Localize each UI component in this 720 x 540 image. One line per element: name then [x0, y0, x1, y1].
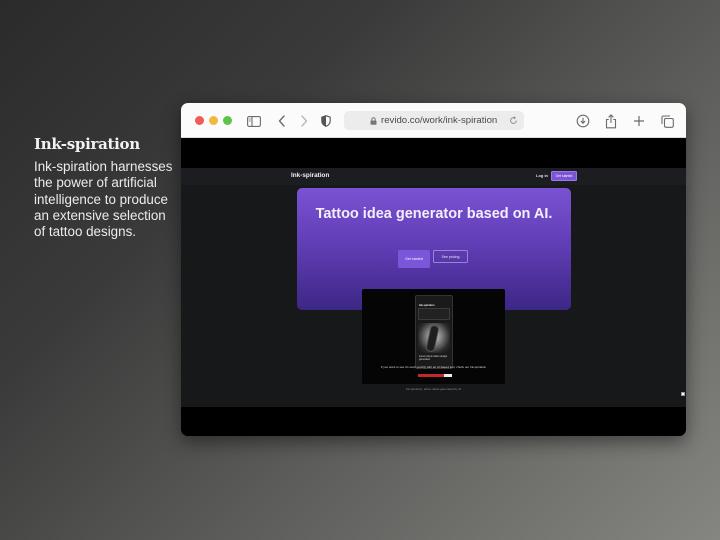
demo-video[interactable]: Ink-spiration Lorem ipsum tattoo design …: [362, 289, 505, 384]
scroll-handle[interactable]: [681, 392, 685, 396]
address-bar[interactable]: revido.co/work/ink-spiration: [344, 111, 524, 130]
phone-brand: Ink-spiration: [419, 304, 435, 307]
see-pricing-button[interactable]: See pricing: [433, 250, 468, 263]
get-started-nav-button[interactable]: Get started: [551, 171, 577, 181]
lock-icon: [370, 116, 377, 125]
tattoo-arm-shape: [425, 324, 440, 353]
phone-mockup: Ink-spiration Lorem ipsum tattoo design …: [415, 295, 453, 369]
site-logo[interactable]: Ink-spiration: [291, 172, 329, 179]
tattoo-image: [418, 323, 450, 353]
video-progress-remaining[interactable]: [443, 374, 452, 377]
site-content: Ink-spiration Log in Get started Tattoo …: [181, 168, 686, 407]
sidebar-icon[interactable]: [245, 112, 263, 130]
get-started-button[interactable]: Get started: [398, 250, 430, 268]
back-icon[interactable]: [273, 112, 291, 130]
reload-icon[interactable]: [509, 116, 518, 125]
video-subtitle: If you want to see it's work quickly wit…: [380, 365, 487, 369]
project-title: Ink-spiration: [34, 135, 140, 153]
share-icon[interactable]: [602, 112, 620, 130]
download-icon[interactable]: [574, 112, 592, 130]
browser-toolbar: revido.co/work/ink-spiration: [181, 103, 686, 138]
phone-caption: Lorem ipsum tattoo design generated: [419, 355, 448, 361]
site-navbar: Ink-spiration Log in Get started: [181, 168, 686, 185]
maximize-window-button[interactable]: [223, 116, 232, 125]
phone-prompt-box: [418, 308, 450, 320]
url-text: revido.co/work/ink-spiration: [381, 115, 498, 126]
project-description: Ink-spiration Ink-spiration harnesses th…: [34, 135, 179, 240]
shield-icon[interactable]: [317, 112, 335, 130]
login-link[interactable]: Log in: [536, 173, 548, 178]
page-bottom-area: [181, 407, 686, 436]
close-window-button[interactable]: [195, 116, 204, 125]
phone-status-bar: [418, 298, 450, 302]
video-footnote: Ink-spiration, tattoo ideas generated by…: [405, 387, 462, 391]
new-tab-icon[interactable]: [630, 112, 648, 130]
minimize-window-button[interactable]: [209, 116, 218, 125]
browser-window: revido.co/work/ink-spiration Ink-spirati…: [181, 103, 686, 436]
tabs-overview-icon[interactable]: [658, 112, 676, 130]
hero-title: Tattoo idea generator based on AI.: [315, 206, 553, 222]
forward-icon[interactable]: [295, 112, 313, 130]
web-page: Ink-spiration Log in Get started Tattoo …: [181, 139, 686, 407]
video-progress-bar[interactable]: [418, 374, 444, 377]
project-summary: Ink-spiration harnesses the power of art…: [34, 159, 173, 240]
